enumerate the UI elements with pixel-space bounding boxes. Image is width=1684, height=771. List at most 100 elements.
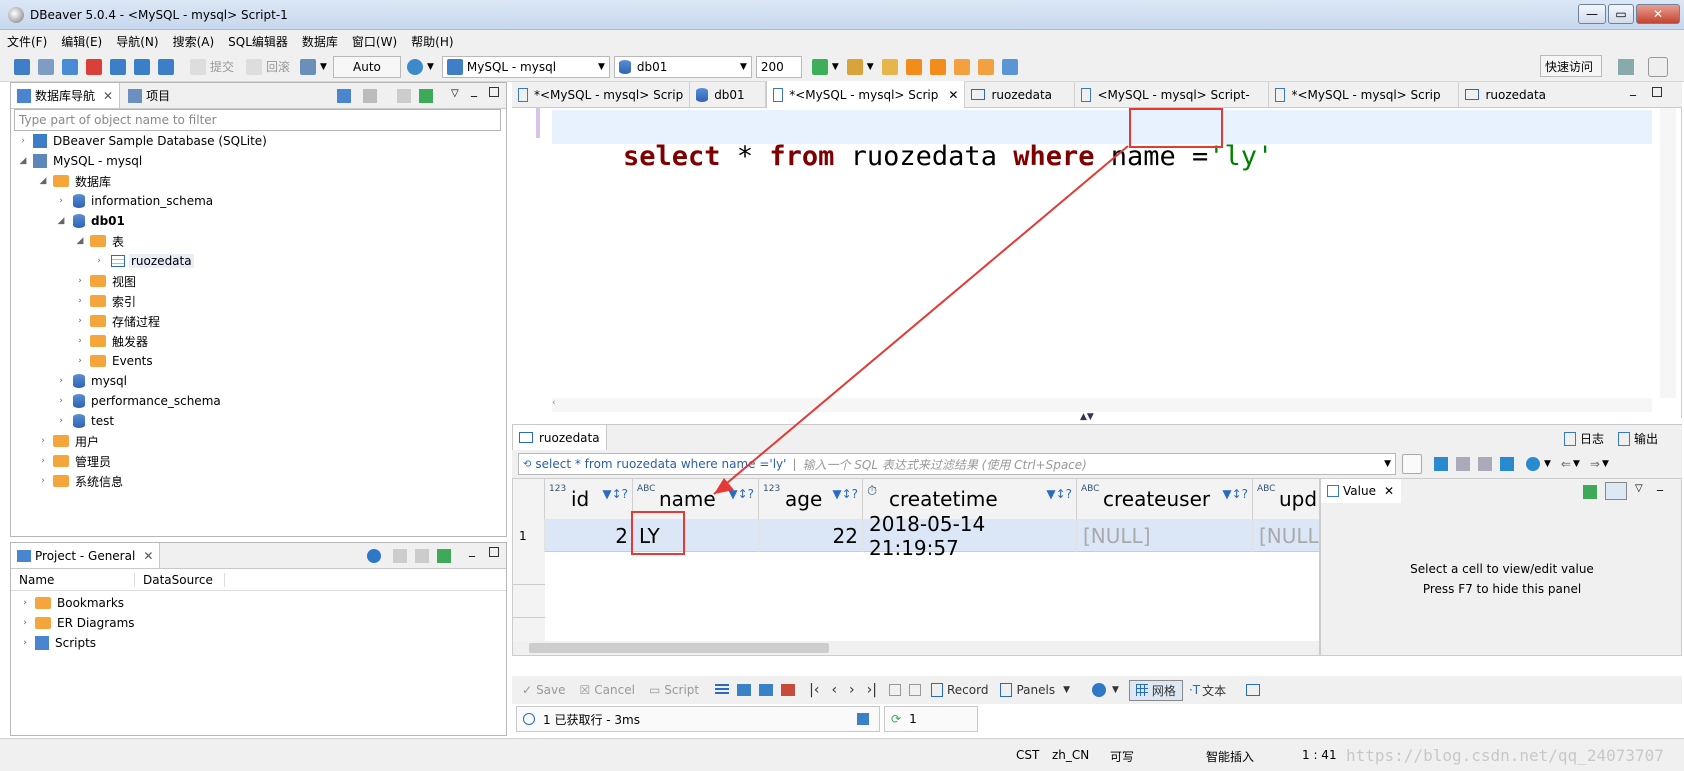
column-name[interactable]: Name	[11, 572, 135, 587]
forward-icon[interactable]: ⇒	[1590, 457, 1600, 471]
expand-icon[interactable]: ›	[55, 376, 67, 386]
transaction-mode-icon[interactable]	[300, 58, 317, 75]
tree-node[interactable]: › 管理员	[17, 451, 497, 471]
menu-file[interactable]: 文件(F)	[7, 33, 47, 50]
tab-ruozedata-2[interactable]: ruozedata	[1459, 82, 1571, 108]
cell-age[interactable]: 22	[759, 519, 863, 552]
export-icon[interactable]	[977, 58, 994, 75]
open-script-icon[interactable]	[134, 58, 150, 75]
collapse-icon[interactable]: ◢	[55, 216, 67, 226]
tree-node[interactable]: ◢ MySQL - mysql	[17, 151, 497, 171]
editor-hscroll[interactable]: ‹	[552, 398, 1652, 412]
back-icon[interactable]: ⇐	[1561, 457, 1571, 471]
panel-resize-icon[interactable]: ▲▼	[1080, 412, 1094, 422]
chevron-down-icon[interactable]: ▼	[1384, 459, 1391, 469]
connect-icon[interactable]	[38, 58, 54, 75]
tree-node[interactable]: › information_schema	[17, 191, 497, 211]
tree-node[interactable]: › 用户	[17, 431, 497, 451]
sort-filter-icon[interactable]: ▼↕?	[832, 487, 858, 501]
expand-icon[interactable]: ›	[19, 598, 31, 608]
back-dropdown-icon[interactable]: ▼	[1573, 459, 1580, 469]
cell-createtime[interactable]: 2018-05-14 21:19:57	[863, 512, 1077, 560]
script-button[interactable]: ▭ Script	[649, 683, 699, 697]
tree-node[interactable]: ◢ 数据库	[17, 171, 497, 191]
row-number[interactable]: 1	[513, 519, 545, 552]
panels-button[interactable]: Panels ▼	[1000, 683, 1070, 697]
settings-icon[interactable]	[1092, 683, 1106, 697]
log-button[interactable]: 日志	[1564, 430, 1604, 447]
fetch-all-icon[interactable]	[908, 684, 921, 696]
minimize-icon[interactable]: _	[1657, 477, 1663, 491]
menu-navigate[interactable]: 导航(N)	[116, 33, 158, 50]
add-row-icon[interactable]	[737, 684, 752, 696]
settings-dropdown-icon[interactable]: ▼	[1112, 685, 1119, 695]
active-database-select[interactable]: db01 ▼	[613, 55, 752, 78]
rollback-button[interactable]: 回滚	[242, 58, 290, 75]
minimize-button[interactable]: —	[1578, 4, 1606, 24]
tab-projects[interactable]: 项目	[120, 87, 178, 104]
fetch-next-icon[interactable]	[888, 684, 901, 696]
maximize-icon[interactable]	[489, 547, 499, 557]
copy-row-icon[interactable]	[759, 684, 774, 696]
close-icon[interactable]: ✕	[103, 89, 113, 103]
tab-results-ruozedata[interactable]: ruozedata	[512, 425, 607, 450]
forward-dropdown-icon[interactable]: ▼	[1602, 459, 1609, 469]
expand-icon[interactable]: ›	[19, 618, 31, 628]
expand-icon[interactable]: ›	[74, 336, 86, 346]
quick-access-input[interactable]: 快速访问	[1540, 55, 1602, 77]
link-icon[interactable]	[881, 58, 898, 75]
dbeaver-perspective-icon[interactable]	[1648, 57, 1668, 77]
disconnect-icon[interactable]	[62, 58, 78, 75]
menu-search[interactable]: 搜索(A)	[173, 33, 215, 50]
grid-view-button[interactable]: 网格	[1128, 679, 1183, 701]
expand-icon[interactable]: ›	[17, 136, 29, 146]
perspective-icon[interactable]	[1618, 59, 1634, 75]
sort-filter-icon[interactable]: ▼↕?	[602, 487, 628, 501]
tab-database-navigator[interactable]: 数据库导航 ✕	[11, 83, 121, 108]
cancel-button[interactable]: ☒ Cancel	[580, 683, 635, 697]
tree-node[interactable]: › ruozedata	[17, 251, 497, 271]
scroll-thumb[interactable]	[529, 643, 829, 653]
panels-dropdown-icon[interactable]: ▼	[1544, 459, 1551, 469]
minimize-icon[interactable]: _	[471, 83, 477, 97]
filter-settings-icon[interactable]	[1500, 457, 1514, 471]
filter-input[interactable]: ⟲ select * from ruozedata where name ='ly…	[518, 453, 1396, 475]
tree-node[interactable]: › DBeaver Sample Database (SQLite)	[17, 131, 497, 151]
edit-row-icon[interactable]	[715, 684, 730, 696]
save-button[interactable]: ✓ Save	[522, 683, 566, 697]
expand-icon[interactable]: ›	[74, 356, 86, 366]
close-button[interactable]: ✕	[1636, 4, 1680, 24]
execute-script-icon[interactable]	[929, 58, 946, 75]
auto-commit-button[interactable]: Auto	[332, 55, 401, 78]
first-page-icon[interactable]: |‹	[809, 682, 819, 698]
tree-node[interactable]: ◢ db01	[17, 211, 497, 231]
format-icon[interactable]	[1001, 58, 1018, 75]
view-menu-icon[interactable]: ▽	[451, 88, 459, 99]
minimize-icon[interactable]: _	[1630, 82, 1636, 96]
tree-node[interactable]: › test	[17, 411, 497, 431]
filter-reset-icon[interactable]	[1478, 457, 1492, 471]
filter-clear-icon[interactable]	[1456, 457, 1470, 471]
last-page-icon[interactable]: ›|	[867, 682, 877, 698]
menu-help[interactable]: 帮助(H)	[411, 33, 453, 50]
minimize-icon[interactable]: _	[469, 543, 475, 557]
sync-icon[interactable]	[437, 549, 451, 563]
layout-icon[interactable]	[1246, 684, 1261, 696]
expand-icon[interactable]: ›	[37, 436, 49, 446]
history-icon[interactable]	[406, 58, 423, 75]
tree-node[interactable]: › performance_schema	[17, 391, 497, 411]
transaction-dropdown-icon[interactable]: ▼	[320, 62, 327, 72]
menu-database[interactable]: 数据库	[302, 33, 338, 50]
close-icon[interactable]: ✕	[1384, 484, 1394, 498]
auto-apply-icon[interactable]	[1605, 482, 1627, 500]
maximize-button[interactable]: ▭	[1608, 4, 1634, 24]
panels-icon[interactable]	[1526, 457, 1540, 471]
maximize-icon[interactable]	[489, 87, 499, 97]
editor-scrollbar[interactable]	[1660, 108, 1676, 398]
collapse-all-icon[interactable]	[393, 549, 407, 563]
tab-script-active[interactable]: *<MySQL - mysql> Scrip ✕	[766, 81, 966, 108]
column-header-createuser[interactable]: ABC createuser ▼↕?	[1077, 479, 1253, 519]
menu-window[interactable]: 窗口(W)	[352, 33, 397, 50]
tab-script-4[interactable]: *<MySQL - mysql> Scrip	[1269, 81, 1460, 108]
expand-icon[interactable]: ›	[74, 316, 86, 326]
